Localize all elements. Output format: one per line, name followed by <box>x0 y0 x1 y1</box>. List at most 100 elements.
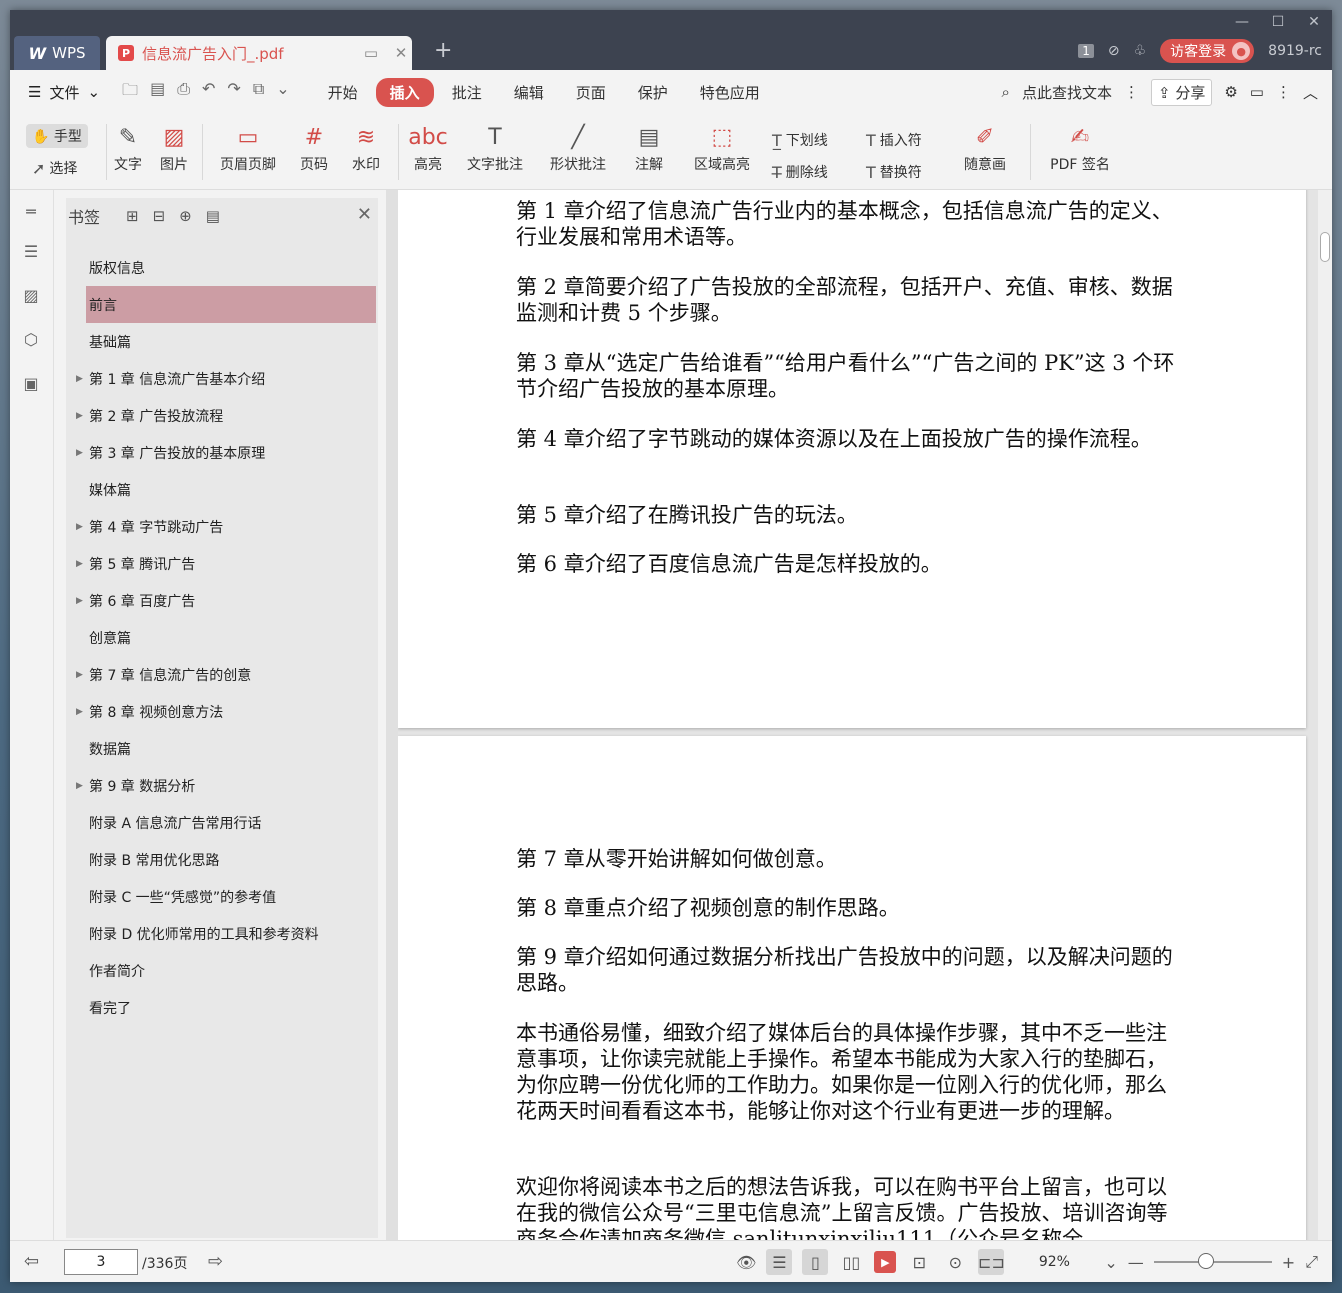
redo-icon[interactable]: ↷ <box>227 79 240 106</box>
undo-icon[interactable]: ↶ <box>202 79 215 106</box>
insert-text-button[interactable]: ✎ 文字 <box>112 120 144 174</box>
fullscreen-icon[interactable]: ⤢ <box>1305 1252 1318 1272</box>
replace-mark-button[interactable]: T 替换符 <box>866 162 922 182</box>
annotation-panel-icon[interactable]: ⬡ <box>20 328 42 350</box>
bookmark-item[interactable]: 创意篇 <box>66 619 378 656</box>
minimize-icon[interactable]: — <box>1224 10 1260 34</box>
share-button[interactable]: ⇪ 分享 <box>1150 78 1213 106</box>
more-vertical-icon[interactable]: ⋮ <box>1124 83 1139 101</box>
zoom-slider-knob[interactable] <box>1197 1253 1214 1269</box>
gear-icon[interactable]: ⚙ <box>1224 83 1237 101</box>
bookmark-item[interactable]: 看完了 <box>66 989 378 1026</box>
search-icon[interactable]: ⌕ <box>1002 83 1010 101</box>
tab-insert[interactable]: 插入 <box>375 77 434 107</box>
bookmark-item[interactable]: 附录 A 信息流广告常用行话 <box>66 804 378 841</box>
add-bookmark-icon[interactable]: ⊕ <box>179 207 192 225</box>
freehand-button[interactable]: ✐ 随意画 <box>956 120 1014 174</box>
collapse-ribbon-icon[interactable]: ︿ <box>1303 82 1318 103</box>
expand-arrow-icon[interactable]: ▶ <box>76 411 83 421</box>
insert-mark-button[interactable]: T 插入符 <box>866 130 922 150</box>
vertical-scrollbar[interactable] <box>1318 190 1332 1240</box>
skin-icon[interactable]: ♧ <box>1134 43 1147 59</box>
bookmark-item[interactable]: ▶ 第 5 章 腾讯广告 <box>66 545 378 582</box>
collapse-handle-icon[interactable]: ═ <box>20 200 42 222</box>
bookmark-item[interactable]: 附录 C 一些“凭感觉”的参考值 <box>66 878 378 915</box>
bookmark-item[interactable]: ▶ 第 4 章 字节跳动广告 <box>66 508 378 545</box>
eye-protect-icon[interactable]: 👁 <box>736 1253 756 1272</box>
print-icon[interactable]: ⎙ <box>177 79 190 106</box>
new-tab-button[interactable]: + <box>434 38 452 63</box>
expand-arrow-icon[interactable]: ▶ <box>76 781 83 791</box>
fit-page-icon[interactable]: ⊙ <box>942 1249 968 1275</box>
double-page-icon[interactable]: ▯▯ <box>838 1249 864 1275</box>
bookmark-list-icon[interactable]: ☰ <box>20 240 42 262</box>
page-number-button[interactable]: # 页码 <box>296 120 332 174</box>
more-dropdown-icon[interactable]: ⌄ <box>276 79 289 106</box>
play-icon[interactable]: ▶ <box>874 1251 897 1273</box>
cloud-icon[interactable]: ⊘ <box>1108 43 1120 59</box>
expand-arrow-icon[interactable]: ▶ <box>76 670 83 680</box>
area-highlight-button[interactable]: ⬚ 区域高亮 <box>684 120 760 174</box>
fit-width-icon[interactable]: ⊏⊐ <box>978 1249 1005 1275</box>
guest-login-button[interactable]: 访客登录 ● <box>1160 39 1255 63</box>
export-icon[interactable]: ⧉ <box>253 79 264 106</box>
bookmark-item[interactable]: ▶ 第 8 章 视频创意方法 <box>66 693 378 730</box>
search-text-button[interactable]: 点此查找文本 <box>1022 82 1112 103</box>
panel-divider[interactable] <box>386 190 398 1240</box>
underline-button[interactable]: T̲ 下划线 <box>772 130 828 150</box>
bookmark-item[interactable]: ▶ 第 2 章 广告投放流程 <box>66 397 378 434</box>
bookmark-settings-icon[interactable]: ▤ <box>206 207 220 225</box>
signature-panel-icon[interactable]: ▣ <box>20 372 42 394</box>
tab-special[interactable]: 特色应用 <box>686 78 774 107</box>
bookmark-item[interactable]: 附录 D 优化师常用的工具和参考资料 <box>66 915 378 952</box>
expand-arrow-icon[interactable]: ▶ <box>76 522 83 532</box>
expand-arrow-icon[interactable]: ▶ <box>76 448 83 458</box>
wps-home-tab[interactable]: W WPS <box>14 36 100 70</box>
page-number-input[interactable]: 3 <box>64 1249 138 1275</box>
zoom-slider[interactable] <box>1153 1253 1272 1269</box>
bookmark-item[interactable]: 前言 <box>86 286 376 323</box>
continuous-view-icon[interactable]: ☰ <box>766 1249 793 1275</box>
bookmark-item[interactable]: ▶ 第 1 章 信息流广告基本介绍 <box>66 360 378 397</box>
insert-image-button[interactable]: ▨ 图片 <box>158 120 190 174</box>
text-comment-button[interactable]: T 文字批注 <box>464 120 526 174</box>
thumbnail-icon[interactable]: ▨ <box>20 284 42 306</box>
watermark-button[interactable]: ≋ 水印 <box>344 120 388 174</box>
bookmark-item[interactable]: 版权信息 <box>66 249 378 286</box>
scrollbar-thumb[interactable] <box>1320 232 1330 262</box>
bookmark-item[interactable]: ▶ 第 9 章 数据分析 <box>66 767 378 804</box>
expand-arrow-icon[interactable]: ▶ <box>76 559 83 569</box>
bookmark-item[interactable]: ▶ 第 7 章 信息流广告的创意 <box>66 656 378 693</box>
tab-comment[interactable]: 批注 <box>438 78 496 107</box>
expand-arrow-icon[interactable]: ▶ <box>76 707 83 717</box>
tab-start[interactable]: 开始 <box>314 78 372 107</box>
tab-count-badge[interactable]: 1 <box>1078 44 1094 58</box>
select-tool-button[interactable]: ➚ 选择 <box>32 158 77 178</box>
expand-all-icon[interactable]: ⊞ <box>126 207 139 225</box>
save-icon[interactable]: ▤ <box>150 79 165 106</box>
highlight-button[interactable]: abc 高亮 <box>406 120 450 174</box>
document-tab[interactable]: P 信息流广告入门_.pdf ▭ ✕ <box>106 36 412 70</box>
single-page-icon[interactable]: ▯ <box>802 1249 829 1275</box>
close-panel-icon[interactable]: ✕ <box>357 204 372 225</box>
tab-edit[interactable]: 编辑 <box>500 78 558 107</box>
more-options-icon[interactable]: ⋮ <box>1276 83 1291 101</box>
header-footer-button[interactable]: ▭ 页眉页脚 <box>210 120 286 174</box>
hand-tool-button[interactable]: ✋ 手型 <box>26 124 88 148</box>
expand-arrow-icon[interactable]: ▶ <box>76 374 83 384</box>
bookmark-item[interactable]: 作者简介 <box>66 952 378 989</box>
bookmark-item[interactable]: 附录 B 常用优化思路 <box>66 841 378 878</box>
close-tab-icon[interactable]: ✕ <box>390 44 412 62</box>
actual-size-icon[interactable]: ⊡ <box>906 1249 932 1275</box>
zoom-in-icon[interactable]: + <box>1282 1253 1295 1272</box>
file-menu[interactable]: ☰ 文件 ⌄ <box>28 82 100 103</box>
chat-icon[interactable]: ▭ <box>1250 83 1264 101</box>
bookmark-item[interactable]: 数据篇 <box>66 730 378 767</box>
zoom-out-icon[interactable]: — <box>1128 1253 1144 1272</box>
prev-page-icon[interactable]: ⇦ <box>24 1251 39 1272</box>
open-folder-icon[interactable]: 🗀 <box>122 79 138 106</box>
strikethrough-button[interactable]: T̶ 删除线 <box>772 162 828 182</box>
collapse-all-icon[interactable]: ⊟ <box>153 207 166 225</box>
tab-protect[interactable]: 保护 <box>624 78 682 107</box>
shape-comment-button[interactable]: ╱ 形状批注 <box>540 120 616 174</box>
